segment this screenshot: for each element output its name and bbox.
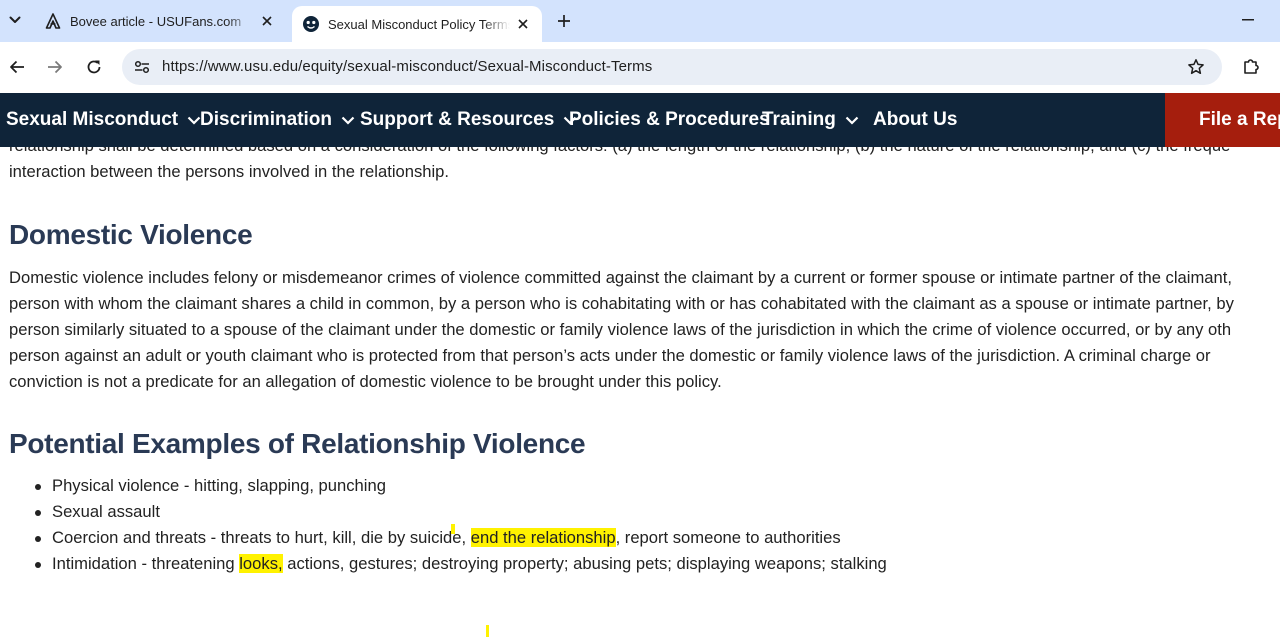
list-item-text: Coercion and threats - threats to hurt, … (52, 528, 471, 547)
tab-bovee-article[interactable]: Bovee article - USUFans.com (34, 0, 286, 42)
tab-title: Sexual Misconduct Policy Terms (328, 16, 510, 32)
forward-arrow-icon[interactable] (42, 54, 68, 80)
examples-list: Physical violence - hitting, slapping, p… (35, 473, 887, 577)
nav-training[interactable]: Training (762, 93, 859, 147)
paragraph-line: interaction between the persons involved… (9, 162, 450, 181)
nav-about-us[interactable]: About Us (873, 93, 957, 147)
list-item: Physical violence - hitting, slapping, p… (35, 473, 887, 499)
domestic-violence-heading: Domestic Violence (9, 219, 253, 250)
usu-aggie-icon (302, 15, 320, 33)
back-arrow-icon[interactable] (4, 54, 30, 80)
reload-icon[interactable] (81, 54, 107, 80)
paragraph-line: person with whom the claimant shares a c… (9, 294, 1234, 313)
nav-support-resources[interactable]: Support & Resources (360, 93, 577, 147)
list-item: Sexual assault (35, 499, 887, 525)
nav-label: Training (762, 109, 836, 130)
list-item-text: actions, gestures; destroying property; … (282, 554, 887, 573)
nav-label: Support & Resources (360, 109, 555, 130)
tab-sexual-misconduct-terms[interactable]: Sexual Misconduct Policy Terms (292, 6, 542, 42)
usu-a-icon (44, 12, 62, 30)
nav-label: Discrimination (200, 109, 332, 130)
tab-search-chevron-icon[interactable] (4, 8, 26, 32)
site-navigation: Sexual Misconduct Discrimination Support… (0, 93, 1280, 147)
paragraph-line: person similarly situated to a spouse of… (9, 320, 1232, 339)
new-tab-plus-icon[interactable] (552, 9, 576, 33)
highlighter-stray-mark (486, 625, 489, 637)
bookmark-star-icon[interactable] (1186, 57, 1206, 77)
highlighter-stray-mark (451, 524, 455, 534)
file-a-report-button[interactable]: File a Repo (1165, 93, 1280, 147)
intro-cutoff-line: relationship shall be determined based o… (9, 147, 1230, 159)
browser-toolbar: https://www.usu.edu/equity/sexual-miscon… (0, 42, 1280, 118)
domestic-violence-paragraph: Domestic violence includes felony or mis… (9, 265, 1280, 395)
paragraph-line: conviction is not a predicate for an all… (9, 372, 722, 391)
nav-label: About Us (873, 109, 958, 130)
tab-strip: Bovee article - USUFans.com Sexual Misco… (0, 0, 1280, 42)
nav-discrimination[interactable]: Discrimination (200, 93, 355, 147)
nav-sexual-misconduct[interactable]: Sexual Misconduct (6, 93, 201, 147)
tab-title: Bovee article - USUFans.com (70, 13, 242, 29)
close-tab-icon[interactable] (258, 12, 276, 30)
highlighted-text: looks, (239, 554, 283, 573)
list-item-text: Sexual assault (52, 502, 160, 521)
close-tab-icon[interactable] (514, 15, 532, 33)
chevron-down-icon (845, 116, 859, 125)
url-text[interactable]: https://www.usu.edu/equity/sexual-miscon… (162, 58, 652, 75)
extensions-puzzle-icon[interactable] (1240, 55, 1262, 77)
list-item: Coercion and threats - threats to hurt, … (35, 525, 887, 551)
minimize-window-icon[interactable] (1236, 10, 1260, 30)
nav-label: Policies & Procedures (569, 109, 770, 130)
relationship-violence-heading: Potential Examples of Relationship Viole… (9, 428, 586, 459)
list-item-text: Physical violence - hitting, slapping, p… (52, 476, 386, 495)
nav-policies-procedures[interactable]: Policies & Procedures (569, 93, 770, 147)
paragraph-line: Domestic violence includes felony or mis… (9, 268, 1232, 287)
chevron-down-icon (341, 116, 355, 125)
intro-paragraph: interaction between the persons involved… (9, 159, 1280, 185)
page-content: relationship shall be determined based o… (0, 147, 1280, 637)
site-info-tune-icon[interactable] (132, 57, 152, 77)
address-bar[interactable]: https://www.usu.edu/equity/sexual-miscon… (122, 49, 1222, 85)
list-item-text: , report someone to authorities (615, 528, 841, 547)
list-item-text: Intimidation - threatening (52, 554, 240, 573)
paragraph-line: person against an adult or youth claiman… (9, 346, 1211, 365)
nav-label: Sexual Misconduct (6, 109, 179, 130)
list-item: Intimidation - threatening looks, action… (35, 551, 887, 577)
highlighted-text: end the relationship (470, 528, 616, 547)
chevron-down-icon (187, 116, 201, 125)
